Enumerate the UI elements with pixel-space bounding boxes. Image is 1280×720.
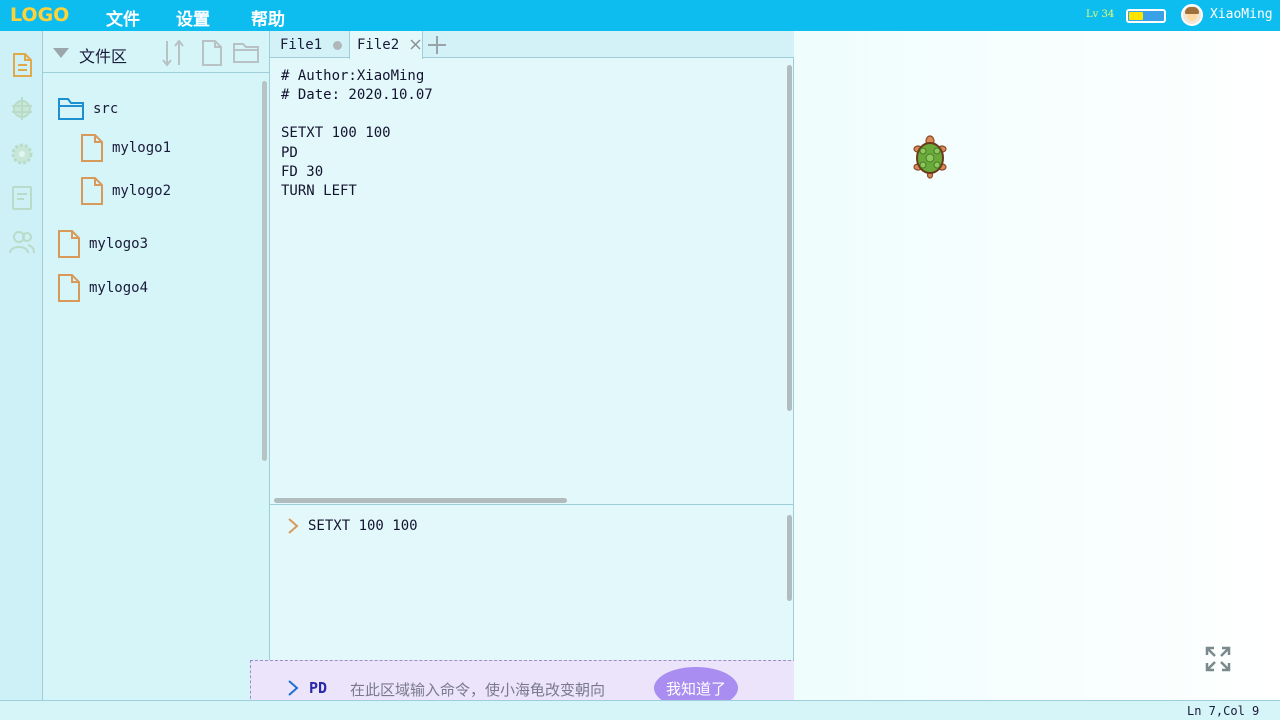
file-explorer: 文件区 src mylogo1 mylogo2 mylogo3 mylogo4 [43,31,270,700]
user-level: Lv 34 [1086,9,1115,20]
file-icon [81,134,103,162]
file-icon [81,177,103,205]
add-tab-icon[interactable] [425,33,449,57]
tree-file-mylogo3[interactable]: mylogo3 [57,226,148,262]
console-scrollbar[interactable] [787,515,792,601]
code-line: PD [281,145,298,161]
chevron-down-icon[interactable] [52,47,70,59]
tree-item-label: src [93,101,119,117]
menu-help[interactable]: 帮助 [251,5,285,30]
tree-item-label: mylogo4 [89,280,149,296]
tree-folder-src[interactable]: src [57,91,118,127]
turtle-canvas[interactable] [794,31,1280,700]
menu-file[interactable]: 文件 [106,5,140,30]
app-logo: LOGO [10,4,70,26]
avatar[interactable] [1181,4,1203,26]
close-icon[interactable] [410,39,421,50]
tree-item-label: mylogo3 [89,236,149,252]
tree-item-label: mylogo1 [112,140,172,156]
tree-file-mylogo1[interactable]: mylogo1 [80,130,171,166]
turtle-icon [913,135,947,179]
explorer-scrollbar[interactable] [262,81,267,461]
unsaved-dot-icon [333,41,342,50]
code-line: # Date: 2020.10.07 [281,87,433,103]
book-icon[interactable] [8,184,36,212]
tab-file2[interactable]: File2 [349,31,423,59]
code-line: # Author:XiaoMing [281,68,425,84]
tree-item-label: mylogo2 [112,183,172,199]
tab-label: File2 [357,37,400,53]
new-file-icon[interactable] [200,39,224,67]
bug-icon[interactable] [8,94,36,122]
tab-file1[interactable]: File1 [270,31,349,58]
code-line: FD 30 [281,164,324,180]
activity-bar [0,31,43,700]
explorer-header: 文件区 [43,31,270,73]
file-icon[interactable] [8,51,36,79]
menu-settings[interactable]: 设置 [176,5,210,30]
tab-label: File1 [280,36,323,53]
file-icon [58,230,80,258]
fullscreen-icon[interactable] [1204,645,1232,673]
editor-horizontal-scrollbar[interactable] [274,498,567,503]
editor-vertical-scrollbar[interactable] [787,65,792,411]
cursor-position: Ln 7,Col 9 [1187,704,1260,718]
input-hint: 在此区域输入命令，使小海龟改变朝向 [350,681,606,699]
prompt-chevron-icon [288,680,299,696]
status-bar: Ln 7,Col 9 [0,700,1280,720]
command-input[interactable]: PD [309,679,327,697]
code-area[interactable]: # Author:XiaoMing # Date: 2020.10.07 SET… [270,58,794,504]
chevron-right-icon [288,518,299,534]
console-line: SETXT 100 100 [308,518,418,534]
tree-file-mylogo4[interactable]: mylogo4 [57,270,148,306]
tree-file-mylogo2[interactable]: mylogo2 [80,173,171,209]
code-line: TURN LEFT [281,183,357,199]
username[interactable]: XiaoMing [1210,7,1273,22]
folder-icon [58,98,84,120]
code-line: SETXT 100 100 [281,125,391,141]
editor-tabs: File1 File2 [270,31,794,59]
file-icon [58,274,80,302]
top-bar: LOGO 文件 设置 帮助 Lv 34 XiaoMing [0,0,1280,31]
gear-icon[interactable] [8,140,36,168]
new-folder-icon[interactable] [232,41,260,65]
explorer-title: 文件区 [79,47,128,66]
sort-arrows-icon[interactable] [161,39,185,67]
users-icon[interactable] [8,228,36,256]
code-editor: File1 File2 # Author:XiaoMing # Date: 20… [270,31,794,700]
progress-battery-icon [1126,9,1166,23]
